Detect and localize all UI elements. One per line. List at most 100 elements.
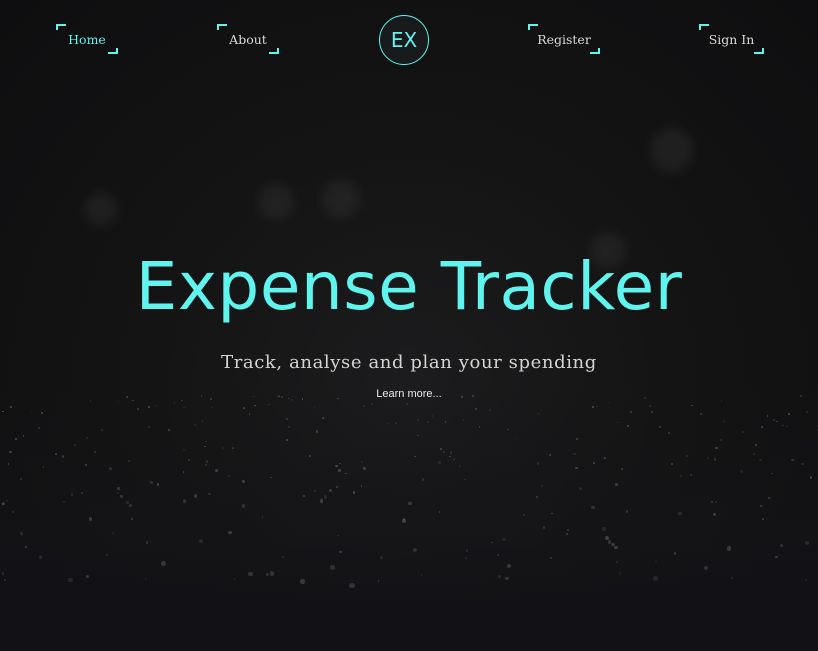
particle-dot — [685, 454, 688, 458]
particle-dot — [315, 430, 319, 433]
particle-dot — [328, 488, 332, 492]
nav-register[interactable]: Register — [528, 24, 600, 54]
particle-dot — [201, 419, 204, 422]
particle-dot — [714, 500, 717, 503]
particle-dot — [182, 448, 185, 451]
particle-dot — [25, 546, 28, 548]
particle-dot — [286, 438, 288, 441]
bokeh-light — [650, 128, 694, 172]
particle-dot — [590, 505, 595, 510]
particle-dot — [772, 418, 775, 421]
particle-dot — [241, 504, 246, 508]
logo[interactable]: EX — [379, 15, 429, 65]
particle-dot — [753, 453, 755, 455]
nav-sign-in[interactable]: Sign In — [699, 24, 764, 54]
particle-dot — [614, 545, 618, 550]
particle-dot — [602, 527, 606, 531]
particle-dot — [205, 440, 207, 443]
particle-dot — [193, 494, 197, 498]
particle-dot — [205, 460, 209, 463]
particle-dot — [713, 458, 716, 461]
particle-dot — [740, 469, 744, 473]
particle-dot — [105, 554, 108, 556]
particle-grid — [0, 380, 818, 651]
bracket-corner-icon — [699, 24, 709, 30]
top-navigation: Home About EX Register Sign In — [0, 0, 818, 80]
particle-dot — [614, 482, 619, 486]
nav-about[interactable]: About — [217, 24, 279, 54]
bokeh-light — [84, 192, 118, 226]
particle-dot — [208, 492, 211, 496]
particle-dot — [161, 560, 167, 566]
page-title: Expense Tracker — [135, 248, 683, 325]
particle-dot — [1, 571, 5, 575]
particle-dot — [22, 435, 25, 437]
particle-dot — [101, 429, 103, 431]
bracket-corner-icon — [754, 48, 764, 54]
particle-dot — [754, 443, 757, 446]
particle-dot — [321, 417, 324, 419]
particle-dot — [136, 408, 139, 410]
particle-dot — [360, 460, 363, 463]
particle-dot — [806, 410, 808, 413]
particle-dot — [658, 425, 661, 428]
particle-dot — [505, 576, 509, 580]
particle-dot — [111, 531, 114, 534]
particle-dot — [300, 579, 305, 584]
bracket-corner-icon — [528, 24, 538, 30]
particle-dot — [363, 404, 366, 407]
nav-home-label: Home — [68, 31, 106, 47]
particle-dot — [648, 405, 651, 408]
particle-dot — [14, 438, 17, 441]
particle-dot — [116, 492, 119, 494]
bracket-corner-icon — [590, 48, 600, 54]
particle-dot — [147, 406, 150, 408]
learn-more-link[interactable]: Learn more... — [376, 388, 441, 400]
particle-dot — [248, 413, 251, 415]
particle-dot — [491, 541, 493, 544]
particle-dot — [269, 571, 274, 576]
bokeh-light — [258, 184, 294, 220]
page-subtitle: Track, analyse and plan your spending — [221, 352, 597, 373]
particle-dot — [670, 462, 673, 465]
particle-dot — [38, 426, 41, 429]
particle-dot — [70, 493, 73, 496]
particle-dot — [117, 486, 121, 490]
particle-dot — [673, 551, 677, 555]
particle-dot — [475, 407, 478, 410]
nav-sign-in-label: Sign In — [708, 31, 755, 47]
particle-dot — [155, 404, 157, 407]
particle-dot — [805, 541, 810, 545]
particle-dot — [611, 542, 615, 547]
bracket-corner-icon — [217, 24, 227, 30]
particle-dot — [241, 479, 245, 483]
particle-dot — [406, 403, 408, 405]
particle-dot — [149, 480, 153, 484]
particle-dot — [720, 400, 723, 402]
nav-home[interactable]: Home — [56, 24, 118, 54]
particle-dot — [336, 485, 339, 488]
particle-dot — [129, 503, 132, 507]
particle-dot — [535, 496, 538, 498]
particle-dot — [232, 447, 234, 449]
particle-dot — [713, 513, 716, 516]
particle-dot — [762, 518, 764, 520]
particle-dot — [320, 499, 324, 503]
bracket-corner-icon — [269, 48, 279, 54]
particle-dot — [579, 486, 582, 490]
particle-dot — [54, 453, 57, 455]
particle-dot — [700, 413, 702, 415]
particle-dot — [89, 400, 92, 402]
particle-dot — [335, 464, 338, 467]
particle-dot — [706, 457, 709, 460]
particle-dot — [780, 543, 784, 547]
particle-dot — [788, 413, 790, 415]
nav-about-label: About — [229, 31, 267, 47]
particle-dot — [625, 510, 629, 513]
particle-dot — [395, 421, 397, 424]
particle-dot — [131, 517, 133, 520]
particle-dot — [182, 498, 187, 503]
particle-dot — [408, 501, 412, 506]
particle-dot — [67, 577, 73, 583]
particle-dot — [443, 450, 445, 453]
